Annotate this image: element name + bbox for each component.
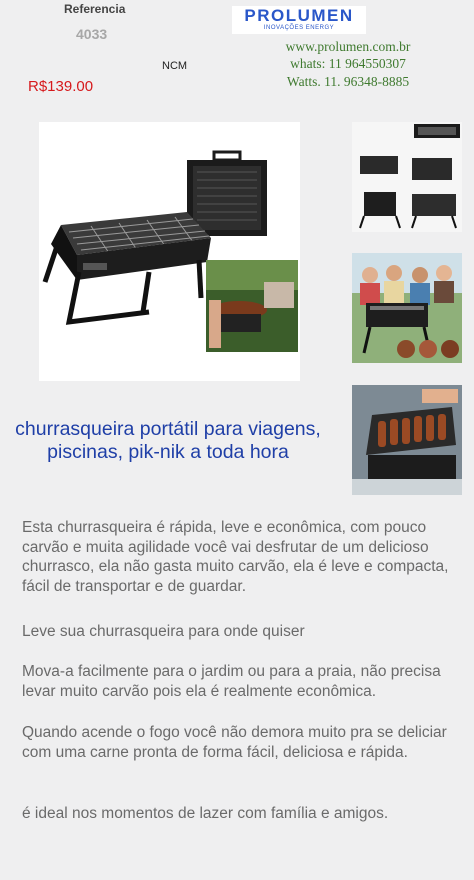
description-paragraph: Leve sua churrasqueira para onde quiser bbox=[22, 623, 305, 640]
product-thumbnail-people[interactable] bbox=[352, 253, 462, 363]
reference-code: 4033 bbox=[76, 26, 108, 42]
open-grill bbox=[42, 212, 211, 325]
title-line: churrasqueira portátil para viagens, bbox=[15, 418, 321, 440]
description-paragraph: Mova-a facilmente para o jardim ou para … bbox=[22, 663, 441, 700]
website-link[interactable]: www.prolumen.com.br bbox=[264, 38, 432, 55]
reference-label: Referencia bbox=[64, 2, 126, 16]
product-thumbnail-grilling[interactable] bbox=[352, 385, 462, 495]
brand-name: PROLUMEN bbox=[244, 6, 354, 25]
description-paragraph: Esta churrasqueira é rápida, leve e econ… bbox=[22, 519, 449, 595]
product-main-image bbox=[39, 122, 300, 381]
prolumen-logo: PROLUMEN INOVAÇÕES ENERGY bbox=[232, 6, 366, 34]
whatsapp-number: whats: 11 964550307 bbox=[290, 56, 406, 71]
product-title: churrasqueira portátil para viagens, pis… bbox=[10, 418, 326, 464]
folded-grill-case bbox=[187, 150, 267, 236]
ncm-label: NCM bbox=[162, 60, 188, 72]
description-paragraph: Quando acende o fogo você não demora mui… bbox=[22, 724, 447, 761]
description-paragraph: é ideal nos momentos de lazer com famíli… bbox=[22, 805, 389, 822]
brand-tagline: INOVAÇÕES ENERGY bbox=[263, 25, 335, 31]
product-thumbnail-assembly[interactable] bbox=[352, 122, 462, 232]
title-line: piscinas, pik-nik a toda hora bbox=[47, 441, 289, 463]
inset-outdoor-photo bbox=[206, 260, 298, 352]
price: R$139.00 bbox=[28, 78, 94, 95]
phone-number: Watts. 11. 96348-8885 bbox=[286, 74, 410, 89]
